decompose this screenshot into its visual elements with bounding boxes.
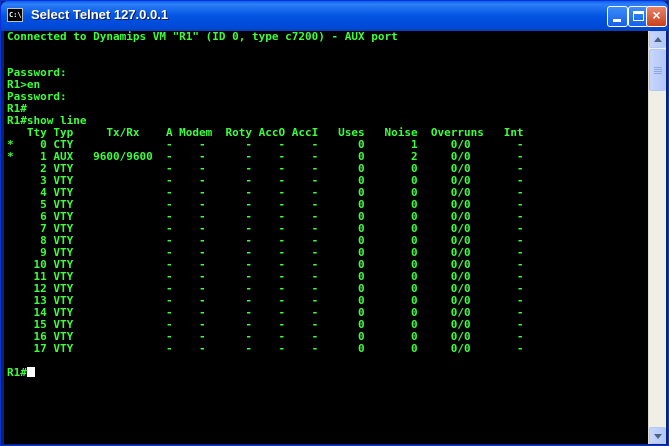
minimize-button[interactable]	[607, 6, 628, 27]
scroll-up-button[interactable]	[649, 31, 666, 48]
terminal-line: 17 VTY - - - - - 0 0 0/0 -	[7, 342, 524, 355]
thumb-grip-line	[654, 73, 662, 74]
scroll-up-arrow-icon	[654, 37, 662, 42]
title-bar[interactable]: C:\ Select Telnet 127.0.0.1 ×	[1, 1, 668, 31]
thumb-grip-line	[654, 67, 662, 68]
terminal-lines: Connected to Dynamips VM "R1" (ID 0, typ…	[7, 31, 524, 355]
telnet-window: C:\ Select Telnet 127.0.0.1 × Connected …	[0, 0, 669, 446]
close-button[interactable]: ×	[646, 6, 667, 27]
terminal-area[interactable]: Connected to Dynamips VM "R1" (ID 0, typ…	[4, 31, 648, 444]
thumb-grip-line	[654, 69, 662, 70]
terminal-line: Connected to Dynamips VM "R1" (ID 0, typ…	[7, 31, 398, 43]
vertical-scrollbar[interactable]	[648, 31, 666, 444]
minimize-icon	[613, 19, 621, 22]
console-window-icon[interactable]: C:\	[7, 8, 23, 22]
scrollbar-thumb[interactable]	[649, 49, 666, 91]
window-title: Select Telnet 127.0.0.1	[31, 7, 169, 22]
terminal-output: Connected to Dynamips VM "R1" (ID 0, typ…	[7, 31, 524, 379]
maximize-icon	[633, 11, 644, 21]
text-cursor	[26, 367, 35, 377]
scroll-down-button[interactable]	[649, 427, 666, 444]
thumb-grip-line	[654, 71, 662, 72]
terminal-prompt: R1#	[7, 366, 27, 379]
scroll-down-arrow-icon	[654, 434, 662, 439]
close-icon: ×	[652, 7, 661, 23]
